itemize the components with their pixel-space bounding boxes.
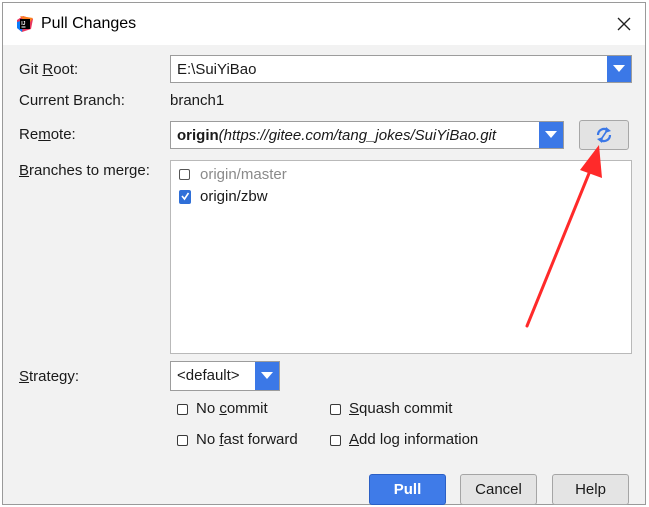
no-commit-label: No commit: [196, 400, 268, 417]
git-root-label-post: oot:: [53, 61, 79, 78]
help-button[interactable]: Help: [552, 474, 629, 505]
add-log-label-mnemonic: A: [349, 431, 360, 448]
current-branch-value: branch1: [170, 92, 225, 109]
no-commit-label-pre: No: [196, 400, 220, 417]
refresh-icon: [596, 127, 612, 143]
remote-label: Remote:: [19, 126, 76, 143]
strategy-dropdown-arrow[interactable]: [255, 362, 279, 390]
remote-url: (https://gitee.com/tang_jokes/SuiYiBao.g…: [218, 127, 497, 144]
remote-label-post: ote:: [50, 126, 76, 143]
squash-commit-label-mnemonic: S: [349, 400, 360, 417]
close-button[interactable]: [611, 11, 637, 37]
no-commit-label-post: ommit: [226, 400, 268, 417]
close-icon: [617, 17, 631, 31]
remote-label-pre: Re: [19, 126, 39, 143]
git-root-label: Git Root:: [19, 61, 78, 78]
pull-button[interactable]: Pull: [369, 474, 446, 505]
strategy-select[interactable]: <default>: [170, 361, 280, 391]
chevron-down-icon: [613, 65, 625, 72]
remote-value: origin(https://gitee.com/tang_jokes/SuiY…: [177, 127, 535, 144]
strategy-label-mnemonic: S: [19, 368, 30, 385]
strategy-label-post: trategy:: [29, 368, 80, 385]
chevron-down-icon: [545, 131, 557, 138]
no-fast-forward-label-pre: No: [196, 431, 220, 448]
current-branch-label: Current Branch:: [19, 92, 125, 109]
git-root-label-pre: Git: [19, 61, 43, 78]
remote-name: origin: [177, 127, 219, 144]
title-bar: IJ Pull Changes: [3, 3, 645, 45]
remote-dropdown-arrow[interactable]: [539, 122, 563, 148]
remote-select[interactable]: origin(https://gitee.com/tang_jokes/SuiY…: [170, 121, 564, 149]
intellij-app-icon: IJ: [17, 16, 33, 32]
no-fast-forward-label-post: ast forward: [223, 431, 298, 448]
branch-name: origin/master: [200, 166, 287, 183]
branches-label-mnemonic: B: [19, 162, 30, 179]
strategy-value: <default>: [177, 367, 240, 384]
no-fast-forward-label: No fast forward: [196, 431, 298, 448]
git-root-dropdown-arrow[interactable]: [607, 56, 631, 82]
no-commit-label-mnemonic: c: [219, 400, 227, 417]
add-log-label-post: dd log information: [359, 431, 479, 448]
squash-commit-label: Squash commit: [349, 400, 452, 417]
remote-label-mnemonic: m: [38, 126, 51, 143]
chevron-down-icon: [261, 372, 273, 379]
add-log-information-label: Add log information: [349, 431, 478, 448]
refresh-branches-button[interactable]: [579, 120, 629, 150]
checkbox-box[interactable]: [177, 435, 188, 446]
branches-label: Branches to merge:: [19, 162, 150, 179]
branches-list[interactable]: origin/master origin/zbw: [170, 160, 632, 354]
checkbox-box[interactable]: [330, 404, 341, 415]
squash-commit-label-post: quash commit: [359, 400, 453, 417]
git-root-select[interactable]: E:\SuiYiBao: [170, 55, 632, 83]
branches-label-post: ranches to merge:: [29, 162, 150, 179]
checkbox-box[interactable]: [177, 404, 188, 415]
checkbox-box[interactable]: [330, 435, 341, 446]
cancel-button[interactable]: Cancel: [460, 474, 537, 505]
branch-checked-icon[interactable]: [179, 190, 191, 204]
git-root-label-mnemonic: R: [42, 61, 54, 78]
window-title: Pull Changes: [41, 15, 137, 32]
branch-name: origin/zbw: [200, 188, 268, 205]
git-root-value: E:\SuiYiBao: [177, 61, 257, 78]
svg-text:IJ: IJ: [21, 21, 25, 27]
branch-checkbox[interactable]: [179, 169, 190, 180]
pull-changes-dialog: IJ Pull Changes Git Root: E:\SuiYiBao Cu…: [2, 2, 646, 505]
strategy-label: Strategy:: [19, 368, 79, 385]
